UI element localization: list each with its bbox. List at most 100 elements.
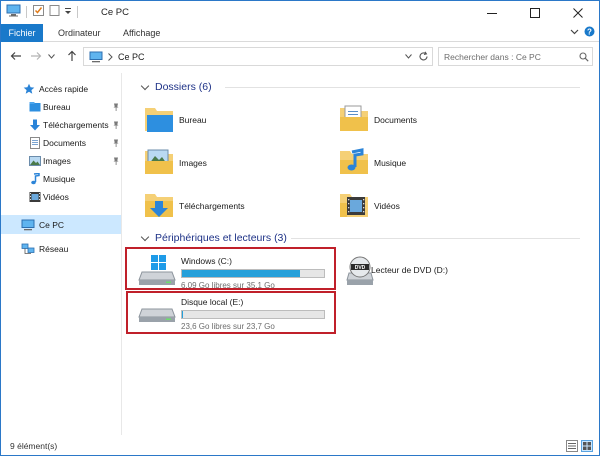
group-header-folders[interactable]: Dossiers (6) — [140, 81, 212, 93]
documents-icon — [29, 137, 41, 149]
sidebar-item-bureau[interactable]: Bureau — [1, 98, 121, 116]
sidebar-item-videos[interactable]: Vidéos — [1, 188, 121, 206]
drive-name: Lecteur de DVD (D:) — [371, 265, 448, 275]
breadcrumb[interactable]: Ce PC — [118, 52, 145, 62]
group-title: Dossiers (6) — [155, 81, 212, 93]
close-button[interactable] — [556, 1, 599, 24]
folder-tile-bureau[interactable]: Bureau — [143, 103, 333, 143]
sidebar-item-label: Bureau — [43, 102, 71, 112]
videos-folder-icon — [340, 194, 368, 217]
folder-tile-musique[interactable]: Musique — [338, 146, 528, 186]
toolbar-divider — [77, 5, 78, 18]
highlight-box — [126, 291, 336, 334]
sidebar-item-musique[interactable]: Musique — [1, 170, 121, 188]
forward-button[interactable] — [29, 49, 43, 63]
details-view-icon[interactable] — [566, 440, 578, 452]
folder-label: Vidéos — [374, 201, 400, 211]
folder-label: Documents — [374, 115, 417, 125]
sidebar-item-label: Téléchargements — [43, 120, 109, 130]
sidebar-item-label: Accès rapide — [39, 84, 89, 94]
explorer-window: Ce PC Fichier Ordinateur Affichage ? Ce … — [0, 0, 600, 456]
downloads-folder-icon — [145, 194, 173, 217]
new-folder-icon[interactable] — [48, 4, 61, 19]
chevron-down-icon — [140, 232, 150, 241]
item-count: 9 élément(s) — [10, 441, 58, 451]
videos-icon — [29, 191, 41, 203]
pin-icon[interactable] — [113, 103, 119, 111]
pin-icon[interactable] — [113, 157, 119, 165]
sidebar-item-label: Ce PC — [39, 219, 65, 230]
chevron-down-icon — [570, 29, 579, 35]
group-header-devices[interactable]: Périphériques et lecteurs (3) — [140, 232, 287, 244]
sidebar-item-documents[interactable]: Documents — [1, 134, 121, 152]
arrow-left-icon — [10, 52, 21, 60]
customize-dropdown-icon[interactable] — [64, 4, 72, 19]
computer-icon — [21, 219, 35, 231]
sidebar-item-acces-rapide[interactable]: Accès rapide — [1, 80, 121, 98]
breadcrumb-chevron-icon — [108, 53, 113, 61]
sidebar-item-reseau[interactable]: Réseau — [1, 240, 121, 258]
navigation-pane: Accès rapide Bureau Téléchargements Docu… — [1, 73, 122, 435]
close-icon — [572, 7, 583, 18]
up-button[interactable] — [65, 49, 79, 63]
chevron-down-icon[interactable] — [405, 54, 412, 59]
desktop-folder-icon — [29, 101, 41, 113]
title-bar: Ce PC — [1, 1, 599, 24]
computer-icon — [89, 51, 103, 63]
drive-dvd-d[interactable]: DVD Lecteur de DVD (D:) — [343, 251, 543, 291]
arrow-up-icon — [68, 50, 76, 61]
refresh-icon[interactable] — [418, 51, 429, 62]
help-button[interactable]: ? — [584, 26, 595, 37]
tab-affichage[interactable]: Affichage — [123, 24, 160, 42]
window-title: Ce PC — [101, 7, 129, 18]
star-icon — [23, 83, 35, 95]
navigation-bar: Ce PC — [1, 43, 599, 70]
sidebar-item-telechargements[interactable]: Téléchargements — [1, 116, 121, 134]
minimize-icon — [486, 12, 497, 14]
search-input[interactable] — [444, 51, 574, 63]
pin-icon[interactable] — [113, 139, 119, 147]
folder-tile-documents[interactable]: Documents — [338, 103, 528, 143]
address-bar[interactable]: Ce PC — [83, 47, 433, 66]
recent-locations-button[interactable] — [47, 49, 55, 63]
sidebar-item-label: Vidéos — [43, 192, 69, 202]
chevron-down-icon — [140, 81, 150, 90]
maximize-button[interactable] — [513, 1, 556, 24]
sidebar-item-label: Images — [43, 156, 71, 166]
desktop-folder-icon — [145, 108, 173, 132]
sidebar-item-ce-pc[interactable]: Ce PC — [1, 215, 121, 234]
content-pane: Dossiers (6) Bureau Documents Images Mus… — [123, 73, 585, 435]
sidebar-item-label: Musique — [43, 174, 76, 184]
folder-label: Musique — [374, 158, 407, 168]
music-note-icon — [29, 173, 41, 185]
status-bar: 9 élément(s) — [1, 437, 599, 455]
tab-fichier[interactable]: Fichier — [1, 24, 43, 42]
expand-ribbon-button[interactable] — [570, 27, 579, 36]
large-icons-view-icon[interactable] — [581, 440, 593, 452]
tab-ordinateur[interactable]: Ordinateur — [58, 24, 101, 42]
maximize-icon — [529, 7, 540, 18]
computer-icon[interactable] — [6, 4, 21, 19]
download-arrow-icon — [29, 119, 41, 131]
search-icon[interactable] — [579, 52, 589, 62]
folder-tile-videos[interactable]: Vidéos — [338, 189, 528, 229]
folder-label: Téléchargements — [179, 201, 245, 211]
group-title: Périphériques et lecteurs (3) — [155, 232, 287, 244]
sidebar-item-label: Documents — [43, 138, 86, 148]
folder-tile-images[interactable]: Images — [143, 146, 333, 186]
sidebar-item-images[interactable]: Images — [1, 152, 121, 170]
properties-check-icon[interactable] — [32, 4, 45, 19]
search-box[interactable] — [438, 47, 593, 66]
pin-icon[interactable] — [113, 121, 119, 129]
chevron-down-icon — [47, 53, 55, 59]
ribbon-tabs: Fichier Ordinateur Affichage ? — [1, 24, 599, 42]
folder-label: Bureau — [179, 115, 207, 125]
back-button[interactable] — [9, 49, 23, 63]
pictures-icon — [29, 155, 41, 167]
folder-label: Images — [179, 158, 207, 168]
svg-text:?: ? — [587, 27, 592, 36]
folder-tile-telechargements[interactable]: Téléchargements — [143, 189, 333, 229]
network-icon — [21, 243, 35, 255]
help-icon: ? — [584, 26, 595, 37]
minimize-button[interactable] — [470, 1, 513, 24]
